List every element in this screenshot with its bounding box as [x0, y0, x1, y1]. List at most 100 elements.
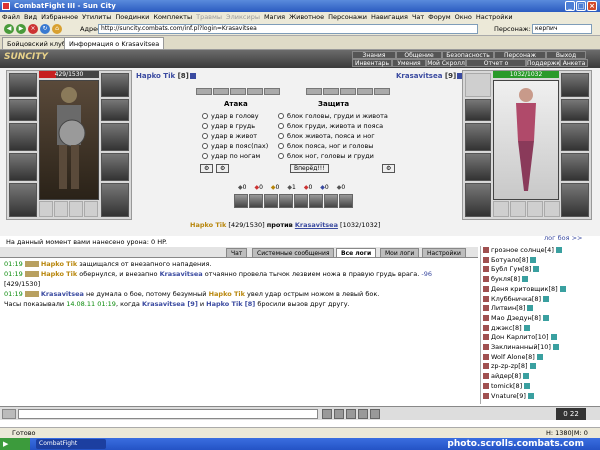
nav-profile[interactable]: Анкета	[560, 59, 588, 67]
empty-slot-2[interactable]	[54, 201, 68, 217]
chat-player-name[interactable]: Krasavitsea	[41, 290, 84, 298]
taskbar-item[interactable]: CombatFight	[36, 439, 106, 449]
tab-fight-club[interactable]: Бойцовский клуб	[2, 37, 71, 49]
tab-all-logs[interactable]: Все логи	[336, 248, 377, 258]
forward-button[interactable]: Вперёд!!!	[290, 164, 329, 173]
user-list-item[interactable]: Деня критовщик[8]	[481, 285, 598, 295]
home-icon[interactable]: ⌂	[52, 24, 62, 34]
gloves-slot[interactable]	[465, 153, 491, 181]
necklace-slot[interactable]	[465, 99, 491, 121]
menu-item[interactable]: Утилиты	[80, 13, 113, 21]
start-button[interactable]: ▶	[0, 438, 30, 450]
menu-item[interactable]: Форум	[426, 13, 452, 21]
info-icon[interactable]	[523, 373, 530, 380]
attack-option-belt[interactable]: удар в пояс(пах)	[202, 142, 268, 151]
forward-icon[interactable]: ▶	[16, 24, 26, 34]
helmet-slot[interactable]	[9, 73, 37, 97]
menu-item[interactable]: Файл	[0, 13, 22, 21]
clear-icon[interactable]	[358, 409, 368, 419]
radio-icon[interactable]	[202, 143, 208, 149]
send-icon[interactable]	[334, 409, 344, 419]
boots-slot[interactable]	[561, 183, 589, 217]
shield-slot[interactable]	[101, 153, 129, 181]
nav-exit[interactable]: Выход	[546, 51, 586, 59]
info-icon[interactable]	[542, 314, 549, 321]
info-icon[interactable]	[533, 266, 540, 273]
vs-left-name[interactable]: Hapko Tik	[190, 221, 226, 229]
grid-button[interactable]	[357, 88, 373, 95]
menu-item[interactable]: Навигация	[369, 13, 410, 21]
user-name[interactable]: Дон Карлито[10]	[491, 333, 549, 341]
nav-knowledge[interactable]: Знания	[352, 51, 396, 59]
chat-player-name[interactable]: Krasavitsea	[160, 270, 203, 278]
back-icon[interactable]: ◀	[4, 24, 14, 34]
spell-slot[interactable]	[339, 194, 353, 208]
defense-option-4[interactable]: блок пояса, ног и головы	[278, 142, 373, 151]
private-icon[interactable]	[483, 334, 489, 341]
attack-option-chest[interactable]: удар в грудь	[202, 122, 255, 131]
defense-option-3[interactable]: блок живота, пояса и ног	[278, 132, 375, 141]
attack-option-head[interactable]: удар в голову	[202, 112, 259, 121]
person-input[interactable]: керпич	[532, 24, 592, 34]
nav-my-scroll[interactable]: Мой Скролл	[426, 59, 466, 67]
user-name[interactable]: Бубл Гум[8]	[491, 265, 531, 273]
bracer-slot[interactable]	[101, 123, 129, 151]
grid-button[interactable]	[306, 88, 322, 95]
ring-slot[interactable]	[561, 99, 589, 121]
menu-item[interactable]: Персонажи	[326, 13, 369, 21]
radio-icon[interactable]	[202, 113, 208, 119]
user-name[interactable]: джэкс[8]	[491, 324, 522, 332]
address-input[interactable]: http://suncity.combats.com/inf.pl?login=…	[98, 24, 478, 34]
spell-slot[interactable]	[309, 194, 323, 208]
weapon-slot[interactable]	[9, 153, 37, 181]
radio-icon[interactable]	[278, 153, 284, 159]
user-list-item[interactable]: Бубл Гум[8]	[481, 265, 598, 275]
nav-transfer-report[interactable]: Отчет о переводах	[466, 59, 526, 75]
left-fighter-name[interactable]: Hapko Tik	[136, 72, 175, 80]
vs-right-name[interactable]: Krasavitsea	[295, 221, 338, 229]
user-name[interactable]: zp-zp-zp[8]	[491, 362, 528, 370]
armor-slot[interactable]	[465, 183, 491, 217]
weapon-slot[interactable]	[465, 123, 491, 151]
menu-item[interactable]: Магия	[262, 13, 287, 21]
spell-slot[interactable]	[234, 194, 248, 208]
nav-character[interactable]: Персонаж	[494, 51, 546, 59]
info-icon[interactable]	[524, 382, 531, 389]
knife-slot[interactable]	[561, 153, 589, 181]
chat-player-name[interactable]: Hapko Tik [8]	[206, 300, 255, 308]
chat-menu-icon[interactable]	[2, 409, 16, 419]
grid-button[interactable]	[196, 88, 212, 95]
grid-button[interactable]	[247, 88, 263, 95]
user-name[interactable]: Wolf Alone[8]	[491, 353, 535, 361]
user-name[interactable]: Vnature[9]	[491, 392, 526, 400]
user-list-item[interactable]: tomick[8]	[481, 382, 598, 392]
private-icon[interactable]	[483, 324, 489, 331]
user-list-item[interactable]: грозное солнце[4]	[481, 246, 598, 256]
user-list-item[interactable]: Wolf Alone[8]	[481, 353, 598, 363]
maximize-button[interactable]: □	[576, 1, 586, 11]
nav-security[interactable]: Безопасность	[442, 51, 494, 59]
empty-slot-2[interactable]	[510, 201, 526, 217]
user-name[interactable]: Заклинанный[10]	[491, 343, 551, 351]
tactics-icon[interactable]: ⚙	[382, 164, 396, 173]
grid-button[interactable]	[374, 88, 390, 95]
menu-item[interactable]: Чат	[410, 13, 426, 21]
chat-player-name[interactable]: Hapko Tik	[209, 290, 245, 298]
info-icon[interactable]	[527, 305, 534, 312]
tab-chat[interactable]: Чат	[226, 248, 248, 258]
user-list-item[interactable]: Клуббничка[8]	[481, 295, 598, 305]
radio-icon[interactable]	[202, 123, 208, 129]
private-icon[interactable]	[483, 344, 489, 351]
info-icon[interactable]	[530, 256, 537, 263]
private-icon[interactable]	[483, 247, 489, 253]
grid-button[interactable]	[340, 88, 356, 95]
private-icon[interactable]	[483, 382, 489, 389]
minimize-button[interactable]: _	[565, 1, 575, 11]
nav-skills[interactable]: Умения	[392, 59, 426, 67]
private-icon[interactable]	[483, 392, 489, 399]
tab-my-logs[interactable]: Мои логи	[380, 248, 420, 258]
attack-option-stomach[interactable]: удар в живот	[202, 132, 257, 141]
user-name[interactable]: букля[8]	[491, 275, 520, 283]
empty-slot-1[interactable]	[39, 201, 53, 217]
empty-slot-4[interactable]	[84, 201, 98, 217]
